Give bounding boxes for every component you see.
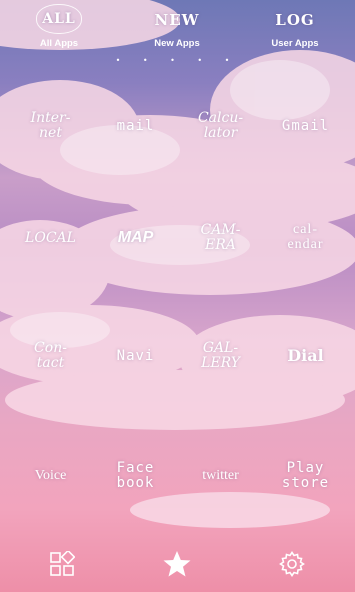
settings-button[interactable] (274, 546, 310, 582)
app-facebook[interactable]: Face book (93, 442, 178, 510)
bottom-dock (0, 540, 355, 592)
app-contact[interactable]: Con- tact (8, 322, 93, 390)
app-map[interactable]: MAP (93, 204, 178, 272)
app-voice[interactable]: Voice (8, 442, 93, 510)
app-local[interactable]: LOCAL (8, 204, 93, 272)
log-badge: LOG (275, 11, 315, 29)
app-mail[interactable]: mail (93, 92, 178, 160)
app-category-tabs: ALL All Apps NEW New Apps LOG User Apps … (0, 0, 355, 70)
app-calculator[interactable]: Calcu- lator (178, 92, 263, 160)
tab-user-apps[interactable]: LOG User Apps (236, 6, 354, 49)
widgets-icon (50, 551, 75, 576)
app-internet[interactable]: Inter- net (8, 92, 93, 160)
tab-user-apps-label: User Apps (271, 38, 319, 49)
tab-all-apps-label: All Apps (39, 38, 79, 49)
favorites-button[interactable] (159, 546, 195, 582)
app-gallery[interactable]: GAL- LERY (178, 322, 263, 390)
app-twitter[interactable]: twitter (178, 442, 263, 510)
widgets-button[interactable] (44, 546, 80, 582)
page-indicator: • • • • • (115, 56, 240, 65)
app-gmail[interactable]: Gmail (263, 92, 348, 160)
app-navi[interactable]: Navi (93, 322, 178, 390)
tab-new-apps-label: New Apps (154, 38, 200, 49)
app-camera[interactable]: CAM- ERA (178, 204, 263, 272)
tab-all-apps[interactable]: ALL All Apps (0, 4, 118, 49)
star-icon (163, 551, 191, 577)
gear-icon (279, 551, 305, 577)
app-dial[interactable]: Dial (263, 322, 348, 390)
tab-new-apps[interactable]: NEW New Apps (118, 6, 236, 49)
all-badge: ALL (36, 4, 82, 34)
new-badge: NEW (154, 11, 200, 29)
app-play-store[interactable]: Play store (263, 442, 348, 510)
app-calendar[interactable]: cal- endar (263, 204, 348, 272)
